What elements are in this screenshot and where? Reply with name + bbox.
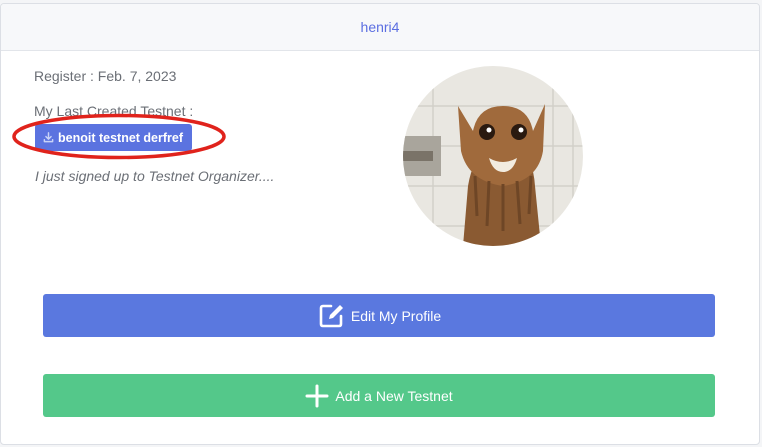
edit-profile-label: Edit My Profile bbox=[350, 307, 442, 324]
add-testnet-button[interactable]: Add a New Testnet bbox=[43, 374, 715, 417]
last-testnet-label: My Last Created Testnet : bbox=[34, 103, 194, 119]
last-testnet-name: benoit testnet derfref bbox=[58, 130, 184, 145]
plus-icon bbox=[305, 384, 329, 408]
register-date: Register : Feb. 7, 2023 bbox=[34, 68, 177, 84]
download-icon bbox=[43, 132, 54, 143]
edit-profile-button[interactable]: Edit My Profile bbox=[43, 294, 715, 337]
edit-square-icon bbox=[317, 302, 345, 330]
card-header: henri4 bbox=[1, 4, 759, 51]
avatar bbox=[403, 66, 583, 246]
profile-card: henri4 Register : Feb. 7, 2023 My Last C… bbox=[0, 3, 760, 445]
add-testnet-label: Add a New Testnet bbox=[335, 387, 453, 404]
bio-text: I just signed up to Testnet Organizer...… bbox=[35, 168, 275, 184]
last-testnet-badge[interactable]: benoit testnet derfref bbox=[35, 124, 193, 151]
username-title: henri4 bbox=[360, 19, 400, 35]
